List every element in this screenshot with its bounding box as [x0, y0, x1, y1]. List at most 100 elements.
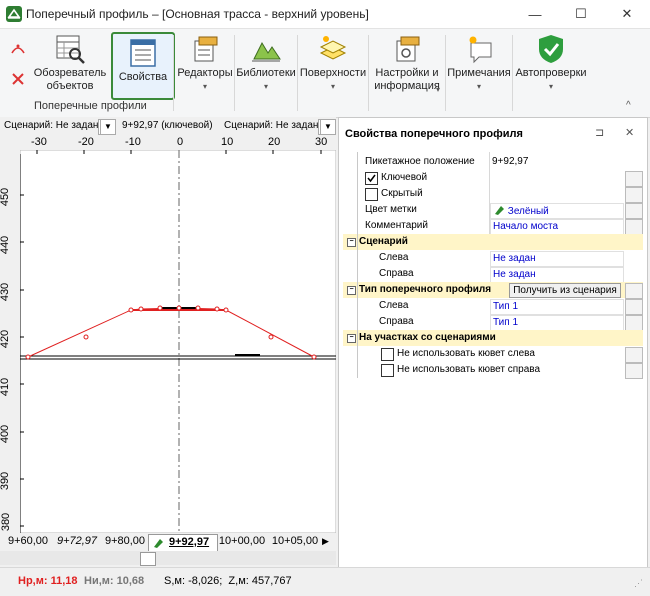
add-profile-icon[interactable] — [10, 41, 26, 57]
profile-node[interactable] — [176, 305, 182, 311]
scenario-left-dropdown[interactable]: ▼ — [98, 119, 116, 135]
type-left-value[interactable]: Тип 1 — [490, 299, 624, 315]
profile-node[interactable] — [223, 307, 229, 313]
profile-node[interactable] — [268, 334, 274, 340]
section-title: На участках со сценариями — [359, 332, 496, 343]
scroll-right-icon[interactable]: ▶ — [322, 536, 329, 547]
comment-value[interactable]: Начало моста — [490, 219, 624, 235]
libraries-button[interactable]: Библиотеки ▾ — [236, 33, 296, 97]
lock-icon[interactable] — [625, 171, 643, 187]
profile-node[interactable] — [214, 306, 220, 312]
object-browser-button[interactable]: Обозреватель объектов — [32, 33, 108, 97]
profile-node[interactable] — [157, 305, 163, 311]
property-row-type-left: Слева Тип 1 — [343, 298, 643, 315]
profile-node[interactable] — [138, 306, 144, 312]
scrollbar-thumb[interactable] — [140, 552, 156, 566]
lock-icon[interactable] — [625, 347, 643, 363]
x-tick-label: -30 — [31, 136, 47, 148]
check-icon — [367, 174, 376, 183]
lock-icon[interactable] — [625, 203, 643, 219]
editors-label: Редакторы — [177, 67, 233, 79]
x-axis: -30 -20 -10 0 10 20 30 — [0, 135, 336, 151]
station-tab[interactable]: 10+00,00 — [218, 532, 266, 550]
horizontal-scrollbar[interactable] — [0, 551, 336, 566]
y-axis: 450 440 430 420 410 400 390 380 — [0, 150, 22, 533]
scenario-right-dropdown[interactable]: ▼ — [318, 119, 336, 135]
settings-info-button[interactable]: Настройки и информация ▾ — [370, 33, 444, 97]
collapse-ribbon-button[interactable]: ^ — [626, 100, 631, 111]
station-tab[interactable]: 9+80,00 — [102, 532, 148, 550]
property-name: Справа — [379, 268, 414, 279]
minimize-button[interactable]: — — [512, 0, 558, 28]
station-tab[interactable]: 9+60,00 — [4, 532, 52, 550]
scenario-right-value[interactable]: Не задан — [490, 267, 624, 283]
section-profile-type[interactable]: − Тип поперечного профиля Получить из сц… — [343, 282, 643, 299]
grid-divider — [489, 152, 490, 234]
lock-icon[interactable] — [625, 283, 643, 299]
resize-grip-icon[interactable]: ⋰ — [634, 578, 643, 589]
type-right-value[interactable]: Тип 1 — [490, 315, 624, 331]
station-tab[interactable]: 10+05,00 — [270, 532, 320, 550]
collapse-icon: − — [347, 286, 356, 295]
hidden-checkbox[interactable] — [365, 188, 378, 201]
section-scenario[interactable]: − Сценарий — [343, 234, 643, 250]
color-value[interactable]: Зелёный — [490, 203, 624, 219]
close-panel-button[interactable]: ✕ — [625, 126, 634, 139]
scenario-right-label: Сценарий: Не задан — [224, 120, 319, 131]
lock-icon[interactable] — [625, 315, 643, 331]
profile-node[interactable] — [195, 305, 201, 311]
ribbon-separator — [234, 35, 235, 111]
object-browser-icon — [56, 35, 85, 64]
property-name: Слева — [379, 300, 409, 311]
y-tick-label: 420 — [0, 329, 12, 349]
key-checkbox[interactable] — [365, 172, 378, 185]
key-label: Ключевой — [381, 172, 428, 183]
property-name: Справа — [379, 316, 414, 327]
editors-button[interactable]: Редакторы ▾ — [176, 33, 234, 97]
properties-icon — [130, 39, 156, 67]
collapse-icon: − — [347, 334, 356, 343]
panel-title: Свойства поперечного профиля — [345, 128, 523, 140]
profile-node[interactable] — [25, 354, 31, 360]
section-scenario-areas[interactable]: − На участках со сценариями — [343, 330, 643, 346]
delete-profile-icon[interactable] — [10, 71, 26, 87]
notes-button[interactable]: Примечания ▾ — [447, 33, 511, 97]
profile-node[interactable] — [83, 334, 89, 340]
x-tick-label: 20 — [268, 136, 281, 148]
libraries-label: Библиотеки — [236, 67, 296, 79]
properties-panel: Свойства поперечного профиля ⊐ ✕ Пикетаж… — [338, 117, 648, 569]
scenario-left-value[interactable]: Не задан — [490, 251, 624, 267]
profile-node[interactable] — [311, 354, 317, 360]
marker-icon — [495, 206, 504, 215]
station-tab-active[interactable]: 9+92,97 — [148, 534, 218, 552]
auto-checks-button[interactable]: Автопроверки ▾ — [514, 33, 588, 97]
ribbon-group-label: Поперечные профили — [34, 100, 147, 112]
station-tab[interactable]: 9+72,97 — [54, 532, 100, 550]
cross-section-plot[interactable] — [20, 150, 336, 533]
get-from-scenario-button[interactable]: Получить из сценария — [509, 283, 621, 298]
close-window-button[interactable]: ✕ — [604, 0, 650, 28]
chevron-down-icon: ▾ — [548, 82, 553, 91]
no-ditch-left-checkbox[interactable] — [381, 348, 394, 361]
window-title: Поперечный профиль – [Основная трасса - … — [26, 7, 369, 21]
profile-node[interactable] — [128, 307, 134, 313]
lock-icon[interactable] — [625, 219, 643, 235]
y-tick-label: 400 — [0, 424, 12, 444]
lock-icon[interactable] — [625, 299, 643, 315]
property-row-type-right: Справа Тип 1 — [343, 314, 643, 331]
lock-icon[interactable] — [625, 187, 643, 203]
maximize-button[interactable]: ☐ — [558, 0, 604, 28]
property-row-picket: Пикетажное положение 9+92,97 — [343, 154, 643, 170]
y-tick-label: 410 — [0, 377, 12, 397]
properties-label: Свойства — [118, 71, 168, 83]
property-row-no-ditch-left: Не использовать кювет слева — [343, 346, 643, 363]
title-bar: Поперечный профиль – [Основная трасса - … — [0, 0, 650, 29]
surfaces-button[interactable]: Поверхности ▾ — [299, 33, 367, 97]
no-ditch-right-checkbox[interactable] — [381, 364, 394, 377]
ribbon-separator — [173, 35, 174, 111]
property-name: Цвет метки — [365, 204, 417, 215]
lock-icon[interactable] — [625, 363, 643, 379]
property-row-comment: Комментарий Начало моста — [343, 218, 643, 235]
properties-button[interactable]: Свойства — [111, 32, 175, 100]
pin-icon[interactable]: ⊐ — [595, 126, 604, 139]
